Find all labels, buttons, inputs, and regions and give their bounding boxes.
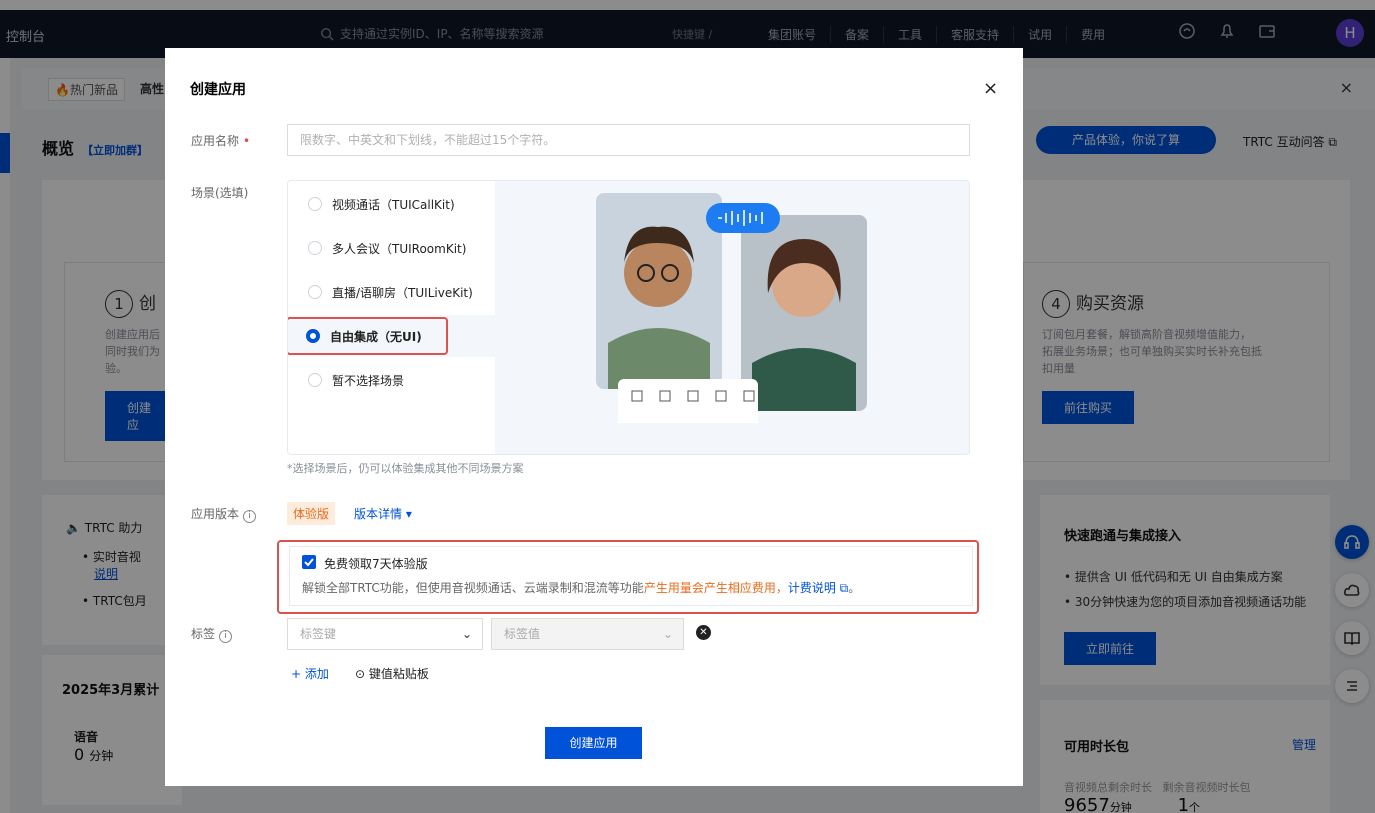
create-app-dialog: 创建应用 × 应用名称• 场景(选填) 视频通话（TUICallKit) 多人会… bbox=[165, 48, 1023, 786]
check-icon bbox=[304, 558, 314, 567]
tag-key-select[interactable]: 标签键 ⌄ bbox=[287, 618, 483, 650]
scene-option-label: 多人会议（TUIRoomKit) bbox=[332, 241, 467, 256]
tag-label: 标签 i bbox=[191, 625, 233, 643]
radio-icon bbox=[308, 373, 322, 387]
tag-key-placeholder: 标签键 bbox=[300, 627, 337, 641]
version-label-text: 应用版本 bbox=[191, 507, 240, 521]
dialog-title: 创建应用 bbox=[190, 82, 246, 98]
app-name-label-text: 应用名称 bbox=[191, 134, 240, 148]
radio-icon bbox=[308, 241, 322, 255]
chevron-circle-icon: ⊙ bbox=[355, 667, 366, 681]
radio-checked-icon bbox=[306, 329, 320, 343]
scene-option-none[interactable]: 暂不选择场景 bbox=[288, 359, 495, 401]
scene-hint: *选择场景后，仍可以体验集成其他不同场景方案 bbox=[287, 462, 524, 475]
info-icon[interactable]: i bbox=[219, 630, 233, 643]
scene-option-label: 视频通话（TUICallKit) bbox=[332, 197, 455, 212]
scene-option-live[interactable]: 直播/语聊房（TUILiveKit) bbox=[288, 271, 495, 313]
scene-option-room[interactable]: 多人会议（TUIRoomKit) bbox=[288, 227, 495, 269]
trial-fee-warning: 产生用量会产生相应费用， bbox=[643, 581, 788, 595]
scene-option-call[interactable]: 视频通话（TUICallKit) bbox=[288, 183, 495, 225]
scene-option-label: 自由集成（无UI) bbox=[330, 329, 422, 344]
scene-option-free[interactable]: 自由集成（无UI) bbox=[288, 317, 448, 355]
trial-desc-text: 解锁全部TRTC功能，但使用音视频通话、云端录制和混流等功能 bbox=[302, 581, 644, 595]
chevron-down-icon: ⌄ bbox=[461, 627, 472, 641]
required-mark: • bbox=[243, 134, 251, 148]
scene-option-label: 暂不选择场景 bbox=[332, 373, 405, 388]
add-tag-button[interactable]: + 添加 bbox=[291, 665, 329, 682]
remove-tag-icon[interactable]: ✕ bbox=[696, 625, 711, 640]
create-app-button[interactable]: 创建应用 bbox=[545, 727, 642, 759]
info-icon[interactable]: i bbox=[243, 510, 257, 523]
scene-selector: 视频通话（TUICallKit) 多人会议（TUIRoomKit) 直播/语聊房… bbox=[287, 180, 970, 455]
version-badge: 体验版 bbox=[287, 502, 336, 525]
radio-icon bbox=[308, 285, 322, 299]
close-icon[interactable]: × bbox=[983, 78, 998, 99]
billing-info-link[interactable]: 计费说明 ⧉ bbox=[788, 581, 848, 595]
scene-label: 场景(选填) bbox=[191, 186, 249, 200]
version-detail-link[interactable]: 版本详情 ▾ bbox=[354, 505, 412, 522]
paste-board-button[interactable]: ⊙ 键值粘贴板 bbox=[355, 665, 429, 682]
scene-list: 视频通话（TUICallKit) 多人会议（TUIRoomKit) 直播/语聊房… bbox=[288, 181, 495, 454]
scene-illustration bbox=[596, 193, 867, 423]
trial-desc-suffix: 。 bbox=[848, 581, 861, 595]
trial-option: 免费领取7天体验版 解锁全部TRTC功能，但使用音视频通话、云端录制和混流等功能… bbox=[289, 546, 973, 606]
trial-checkbox[interactable] bbox=[302, 555, 316, 569]
radio-icon bbox=[308, 197, 322, 211]
trial-title: 免费领取7天体验版 bbox=[324, 557, 428, 571]
paste-board-label: 键值粘贴板 bbox=[368, 667, 429, 681]
tag-value-placeholder: 标签值 bbox=[504, 627, 541, 641]
tag-value-select[interactable]: 标签值 ⌄ bbox=[491, 618, 684, 650]
tag-label-text: 标签 bbox=[191, 627, 216, 641]
app-name-input[interactable] bbox=[287, 124, 970, 156]
chevron-down-icon: ⌄ bbox=[662, 627, 673, 641]
trial-highlight: 免费领取7天体验版 解锁全部TRTC功能，但使用音视频通话、云端录制和混流等功能… bbox=[277, 540, 979, 614]
trial-description: 解锁全部TRTC功能，但使用音视频通话、云端录制和混流等功能产生用量会产生相应费… bbox=[302, 579, 860, 596]
version-label: 应用版本 i bbox=[191, 505, 257, 523]
app-name-label: 应用名称 • bbox=[191, 132, 250, 149]
scene-option-label: 直播/语聊房（TUILiveKit) bbox=[332, 285, 473, 300]
